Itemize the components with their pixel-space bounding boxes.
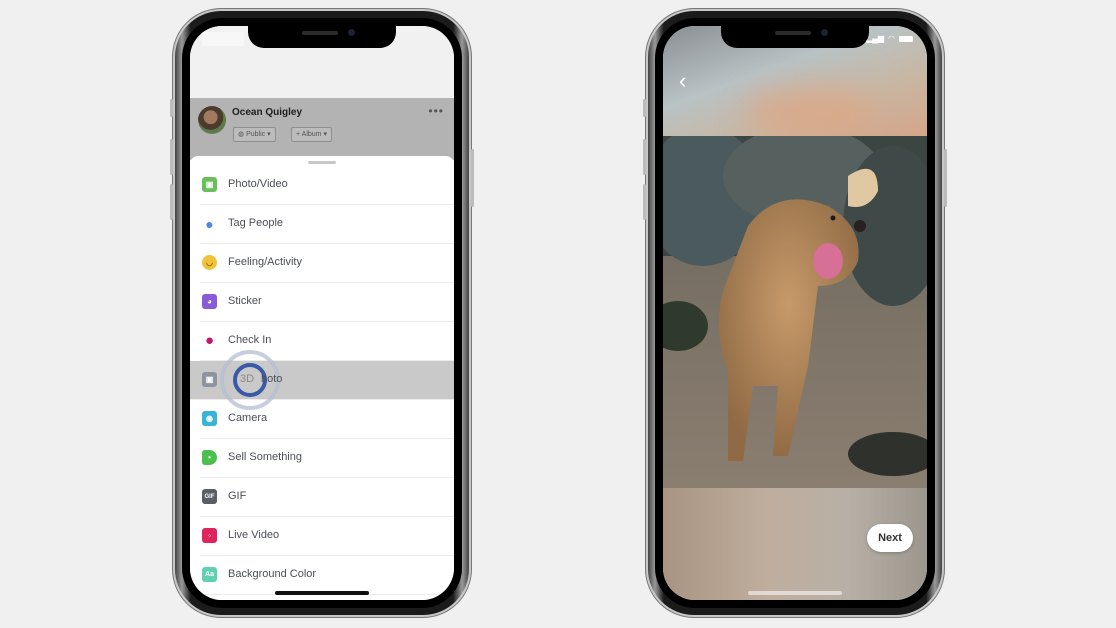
live-video-icon: ◦: [202, 528, 217, 543]
menu-item-ask-recommendations[interactable]: ★ Ask for Recommendations: [200, 595, 454, 600]
photo-icon: ▣: [202, 177, 217, 192]
menu-item-feeling-activity[interactable]: ◡ Feeling/Activity: [200, 244, 454, 283]
caret-down-icon: ▾: [265, 131, 271, 138]
sticker-icon: ◕: [202, 294, 217, 309]
menu-item-label: Feeling/Activity: [228, 256, 302, 268]
chevron-left-icon[interactable]: ‹: [679, 68, 686, 94]
post-composer-header: Ocean Quigley ••• ◍ Public ▾ + Album ▾: [190, 98, 454, 160]
volume-up-button: [643, 139, 646, 175]
menu-item-background-color[interactable]: Aa Background Color: [200, 556, 454, 595]
menu-item-label: Background Color: [228, 568, 317, 580]
attachment-sheet: ▣ Photo/Video ● Tag People ◡ Feeling/Act…: [190, 156, 454, 600]
tap-indicator-text: 3D: [240, 373, 255, 385]
smiley-icon: ◡: [202, 255, 217, 270]
sheet-grabber[interactable]: [308, 161, 336, 164]
power-button: [944, 149, 947, 207]
home-indicator[interactable]: [275, 591, 369, 595]
signal-icon: ▂▄▆: [866, 34, 885, 43]
mute-switch: [643, 99, 646, 117]
menu-item-gif[interactable]: GIF GIF: [200, 478, 454, 517]
menu-item-label: Tag People: [228, 217, 284, 229]
menu-item-label: Sell Something: [228, 451, 302, 463]
privacy-label: Public: [246, 131, 266, 138]
battery-icon: [899, 35, 913, 42]
location-pin-icon: ●: [204, 332, 215, 349]
status-bar: ▂▄▆ ◠: [866, 34, 913, 43]
home-indicator[interactable]: [748, 591, 842, 595]
menu-item-label: Photo/Video: [228, 178, 288, 190]
wifi-icon: ◠: [888, 34, 895, 43]
volume-up-button: [170, 139, 173, 175]
globe-icon: ◍: [238, 131, 247, 138]
more-horizontal-icon[interactable]: •••: [428, 104, 444, 118]
caret-down-icon: ▾: [321, 131, 327, 138]
avatar[interactable]: [198, 106, 226, 134]
right-phone: ▂▄▆ ◠ ‹ Next: [643, 9, 947, 617]
volume-down-button: [170, 184, 173, 220]
menu-item-label: GIF: [228, 490, 247, 502]
menu-item-3d-photo[interactable]: ▣ 3D hoto: [190, 350, 454, 410]
notch: [248, 26, 396, 48]
power-button: [471, 149, 474, 207]
album-label: + Album: [296, 131, 322, 138]
menu-item-label: hoto: [261, 373, 283, 385]
dog-photo-illustration: [663, 136, 927, 488]
menu-item-label: Check In: [228, 334, 272, 346]
attachment-menu: ▣ Photo/Video ● Tag People ◡ Feeling/Act…: [190, 166, 454, 600]
volume-down-button: [643, 184, 646, 220]
gif-icon: GIF: [202, 489, 217, 504]
notch: [721, 26, 869, 48]
menu-item-label: Camera: [228, 412, 268, 424]
mute-switch: [170, 99, 173, 117]
left-phone: Ocean Quigley ••• ◍ Public ▾ + Album ▾ ▣…: [170, 9, 474, 617]
album-selector[interactable]: + Album ▾: [291, 127, 332, 142]
menu-item-camera[interactable]: ◉ Camera: [200, 400, 454, 439]
menu-item-photo-video[interactable]: ▣ Photo/Video: [200, 166, 454, 205]
menu-item-sell-something[interactable]: • Sell Something: [200, 439, 454, 478]
menu-item-live-video[interactable]: ◦ Live Video: [200, 517, 454, 556]
dog-photo[interactable]: [663, 136, 927, 488]
menu-item-sticker[interactable]: ◕ Sticker: [200, 283, 454, 322]
tag-people-icon: ●: [205, 215, 214, 232]
next-button[interactable]: Next: [867, 524, 913, 552]
menu-item-tag-people[interactable]: ● Tag People: [200, 205, 454, 244]
price-tag-icon: •: [202, 450, 217, 465]
create-post-screen: Ocean Quigley ••• ◍ Public ▾ + Album ▾ ▣…: [190, 26, 454, 600]
background-color-icon: Aa: [202, 567, 217, 582]
menu-item-label: Live Video: [228, 529, 280, 541]
user-name: Ocean Quigley: [232, 107, 303, 118]
camera-icon: ◉: [202, 411, 217, 426]
3d-photo-preview-screen: ▂▄▆ ◠ ‹ Next: [663, 26, 927, 600]
3d-photo-icon: ▣: [202, 372, 217, 387]
privacy-selector[interactable]: ◍ Public ▾: [233, 127, 276, 142]
menu-item-label: Sticker: [228, 295, 262, 307]
